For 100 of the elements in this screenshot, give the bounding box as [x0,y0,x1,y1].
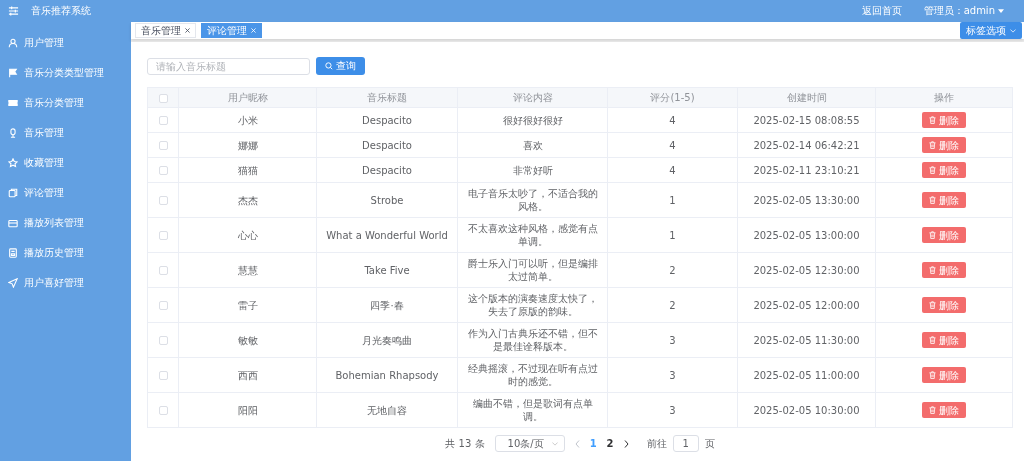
delete-button[interactable]: 删除 [922,192,966,208]
microphone-icon [8,128,18,138]
sidebar-item[interactable]: 音乐分类类型管理 [0,58,131,88]
column-header: 评分(1-5) [607,87,738,108]
table-cell: Despacito [316,132,458,158]
table-cell: 2025-02-05 12:00:00 [737,287,876,323]
page-size-select[interactable]: 10条/页 [494,435,565,452]
page-number[interactable]: 2 [606,438,614,449]
menu-icon[interactable] [8,6,19,16]
trash-icon [929,196,936,204]
table-cell: 2 [607,287,738,323]
sidebar-item[interactable]: 音乐管理 [0,118,131,148]
table-cell: 3 [607,322,738,358]
table-cell: 4 [607,107,738,133]
table-cell: 4 [607,132,738,158]
column-header: 评论内容 [457,87,608,108]
delete-button[interactable]: 删除 [922,297,966,313]
checkbox[interactable] [158,266,168,275]
goto-label: 前往 [646,436,667,451]
table-cell: 小米 [178,107,317,133]
table-cell: 西西 [178,357,317,393]
checkbox[interactable] [158,231,168,240]
checkbox[interactable] [158,301,168,310]
delete-button[interactable]: 删除 [922,112,966,128]
table-cell: 3 [607,357,738,393]
trash-icon [929,336,936,344]
table-cell: Strobe [316,182,458,218]
table-cell: 3 [607,392,738,428]
table-cell: 2025-02-14 06:42:21 [737,132,876,158]
table-cell: 很好很好很好 [457,107,608,133]
table-cell: 爵士乐入门可以听，但是编排太过简单。 [457,252,608,288]
table-cell: 这个版本的演奏速度太快了，失去了原版的韵味。 [457,287,608,323]
trash-icon [929,406,936,414]
table-cell: 4 [607,157,738,183]
tab[interactable]: 音乐管理 [135,23,196,38]
column-header: 操作 [875,87,1013,108]
column-header: 音乐标题 [316,87,458,108]
table-cell: 阳阳 [178,392,317,428]
next-page-icon[interactable] [623,439,629,448]
previous-page-icon[interactable] [574,439,580,448]
sidebar-item[interactable]: 用户管理 [0,28,131,58]
table-cell: 电子音乐太吵了，不适合我的风格。 [457,182,608,218]
flag-icon [8,68,18,78]
table-cell: 喜欢 [457,132,608,158]
table-cell: 不太喜欢这种风格，感觉有点单调。 [457,217,608,253]
table-cell: 2 [607,252,738,288]
checkbox[interactable] [158,116,168,125]
close-icon[interactable] [185,28,190,33]
trash-icon [929,266,936,274]
page-number[interactable]: 1 [589,438,597,449]
user-icon [8,38,18,48]
table-cell: 2025-02-15 08:08:55 [737,107,876,133]
delete-button[interactable]: 删除 [922,332,966,348]
table-cell: 杰杰 [178,182,317,218]
search-field[interactable]: 请输入音乐标题 [147,57,310,75]
sidebar-item[interactable]: 评论管理 [0,178,131,208]
copy-icon [8,188,18,198]
sidebar-item[interactable]: 播放历史管理 [0,238,131,268]
trash-icon [929,166,936,174]
chevron-down-icon [1010,28,1016,33]
tab-options-button[interactable]: 标签选项 [960,22,1022,39]
table-cell: Despacito [316,157,458,183]
table-cell: 心心 [178,217,317,253]
table-cell: Despacito [316,107,458,133]
page-number-field[interactable]: 1 [672,435,699,452]
checkbox[interactable] [158,336,168,345]
sidebar-item[interactable]: 播放列表管理 [0,208,131,238]
checkbox[interactable] [158,141,168,150]
search-button[interactable]: 查询 [316,57,365,75]
table-cell: 2025-02-05 13:30:00 [737,182,876,218]
search-icon [325,62,333,70]
sidebar-item[interactable]: 收藏管理 [0,148,131,178]
page-label: 页 [704,436,715,451]
star-icon [8,158,18,168]
table-cell: Take Five [316,252,458,288]
delete-button[interactable]: 删除 [922,227,966,243]
table-cell: 2025-02-05 13:00:00 [737,217,876,253]
admin-menu[interactable]: 管理员：admin [923,4,1004,18]
table-cell: 1 [607,182,738,218]
send-icon [8,278,18,288]
trash-icon [929,371,936,379]
sidebar-item[interactable]: 音乐分类管理 [0,88,131,118]
tab[interactable]: 评论管理 [201,23,262,38]
delete-button[interactable]: 删除 [922,367,966,383]
checkbox[interactable] [158,166,168,175]
delete-button[interactable]: 删除 [922,262,966,278]
checkbox[interactable] [158,196,168,205]
sidebar-item[interactable]: 用户喜好管理 [0,268,131,298]
table-cell: 经典摇滚，不过现在听有点过时的感觉。 [457,357,608,393]
checkbox[interactable] [158,93,168,103]
delete-button[interactable]: 删除 [922,162,966,178]
tray-icon [8,218,18,228]
home-link[interactable]: 返回首页 [861,4,902,18]
delete-button[interactable]: 删除 [922,137,966,153]
checkbox[interactable] [158,406,168,415]
checkbox[interactable] [158,371,168,380]
table-cell: 编曲不错，但是歌词有点单调。 [457,392,608,428]
table-cell: 2025-02-05 12:30:00 [737,252,876,288]
delete-button[interactable]: 删除 [922,402,966,418]
table-cell: 敏敏 [178,322,317,358]
